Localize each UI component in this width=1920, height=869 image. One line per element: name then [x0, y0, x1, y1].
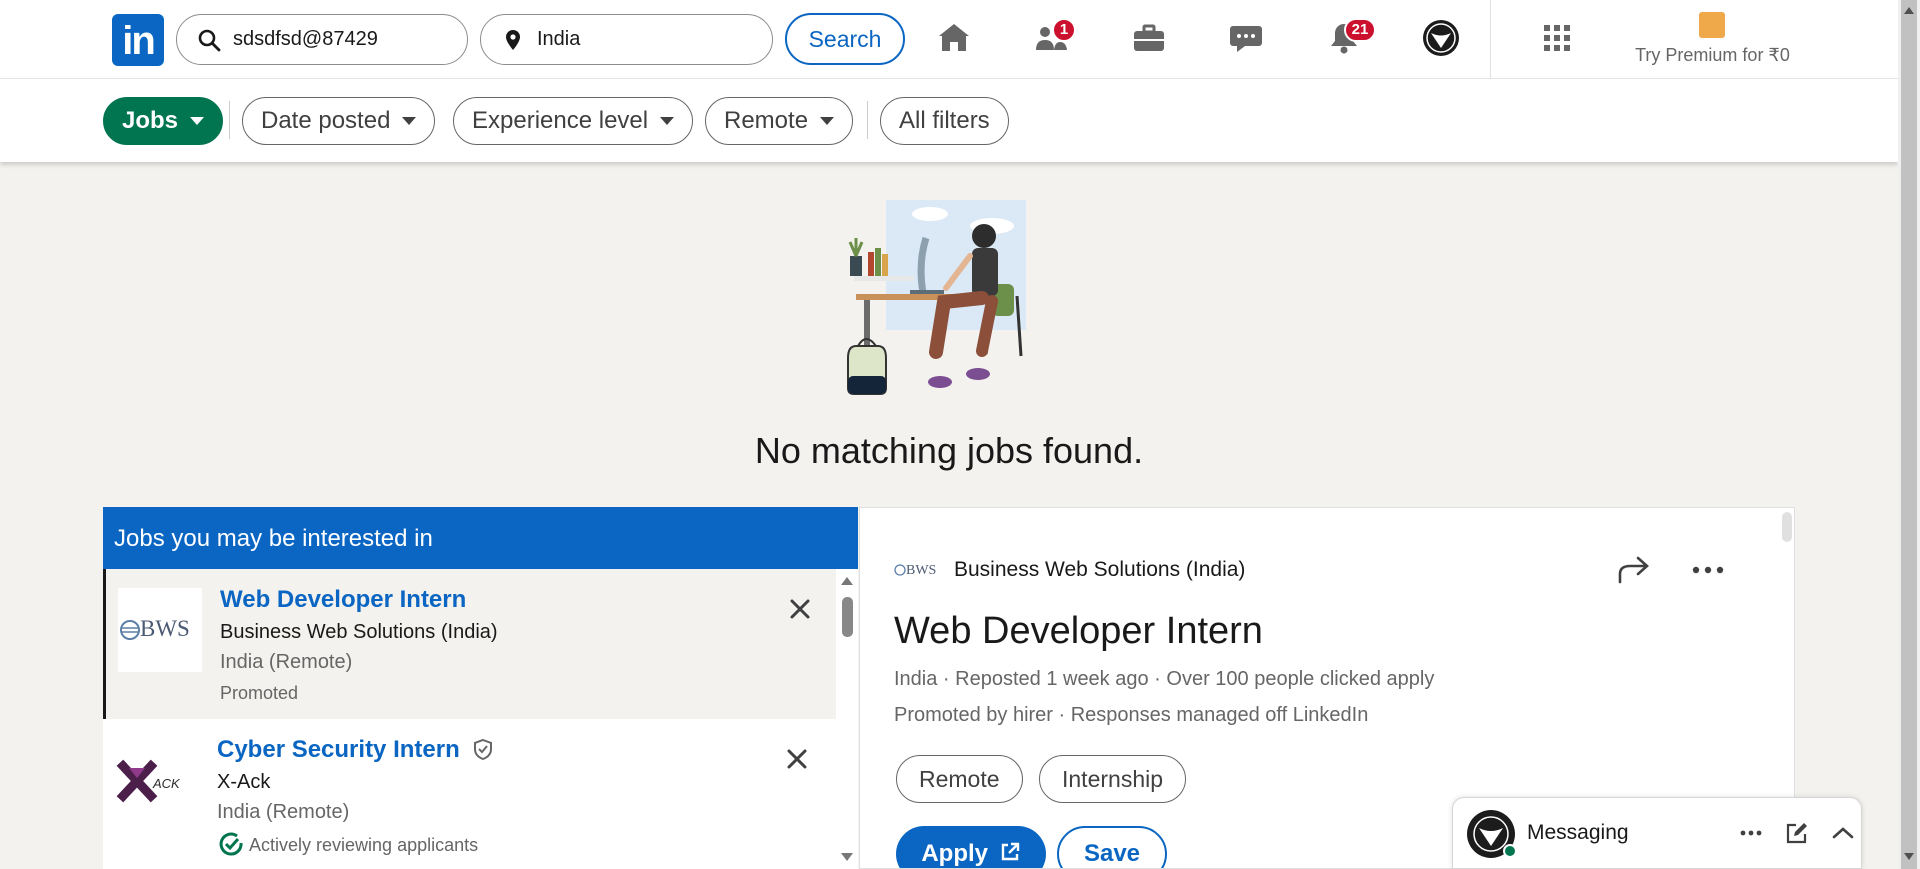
notifications-badge: 21: [1344, 18, 1376, 42]
bws-logo-icon: BWS: [894, 563, 936, 578]
actively-reviewing-status: Actively reviewing applicants: [217, 831, 478, 859]
location-pin-icon: [506, 29, 520, 50]
experience-level-label: Experience level: [472, 107, 649, 134]
home-icon[interactable]: [934, 18, 974, 58]
svg-text:ACK: ACK: [152, 776, 181, 791]
search-button[interactable]: Search: [785, 13, 905, 65]
recommended-jobs-panel: Jobs you may be interested in BWS Web De…: [103, 507, 858, 869]
messaging-overlay[interactable]: Messaging: [1452, 797, 1862, 869]
page-scrollbar[interactable]: [1898, 0, 1920, 869]
x-ack-logo-icon: ACK: [115, 738, 199, 822]
all-filters-label: All filters: [899, 107, 990, 134]
dismiss-job-close-icon[interactable]: [783, 745, 811, 773]
svg-text:BWS: BWS: [906, 563, 936, 578]
date-posted-filter[interactable]: Date posted: [242, 97, 436, 145]
jobs-filter-label: Jobs: [122, 107, 179, 134]
location-search-input[interactable]: [537, 28, 737, 51]
jobs-filter-pill[interactable]: Jobs: [103, 97, 224, 145]
filter-divider: [229, 101, 230, 139]
actively-reviewing-label: Actively reviewing applicants: [249, 835, 479, 855]
chevron-down-icon: [402, 117, 417, 125]
chevron-down-icon: [820, 117, 835, 125]
actively-reviewing-check-icon: [219, 832, 243, 856]
compose-message-icon[interactable]: [1784, 820, 1810, 846]
scroll-down-arrow-icon[interactable]: [1903, 852, 1915, 862]
jobs-briefcase-icon[interactable]: [1129, 18, 1169, 58]
keyword-search-input[interactable]: [233, 28, 433, 51]
job-title-link[interactable]: Web Developer Intern: [220, 586, 466, 614]
company-logo: ACK: [115, 738, 199, 822]
keyword-search-box[interactable]: [176, 14, 468, 65]
company-logo: BWS: [118, 588, 202, 672]
detail-company-name[interactable]: Business Web Solutions (India): [954, 558, 1245, 582]
chevron-down-icon: [660, 117, 675, 125]
more-options-icon[interactable]: [1690, 558, 1726, 582]
date-posted-label: Date posted: [261, 107, 391, 134]
experience-level-filter[interactable]: Experience level: [453, 97, 694, 145]
search-icon: [198, 29, 221, 51]
messaging-more-icon[interactable]: [1738, 820, 1764, 846]
job-location: India (Remote): [220, 651, 353, 673]
linkedin-logo[interactable]: in: [112, 14, 164, 66]
job-card[interactable]: ACK Cyber Security Intern X-Ack India (R…: [103, 719, 836, 869]
network-badge: 1: [1052, 18, 1076, 42]
no-jobs-illustration: [847, 200, 1026, 395]
recommended-jobs-header: Jobs you may be interested in: [103, 507, 858, 569]
remote-filter[interactable]: Remote: [705, 97, 854, 145]
remote-tag[interactable]: Remote: [896, 755, 1023, 803]
filter-divider: [867, 101, 868, 139]
top-navigation: in Search 1 21 Try Premium for ₹0: [0, 0, 1898, 79]
remote-label: Remote: [724, 107, 809, 134]
save-button[interactable]: Save: [1057, 826, 1167, 868]
job-list-scrollbar[interactable]: [836, 569, 858, 869]
location-search-box[interactable]: [480, 14, 773, 65]
premium-icon[interactable]: [1699, 12, 1725, 38]
detail-job-meta: India · Reposted 1 week ago · Over 100 p…: [894, 668, 1435, 690]
detail-job-hirer-info: Promoted by hirer · Responses managed of…: [894, 704, 1369, 726]
detail-job-title: Web Developer Intern: [894, 610, 1263, 652]
job-company-name: Business Web Solutions (India): [220, 621, 498, 643]
messaging-title: Messaging: [1527, 821, 1629, 844]
job-promoted-label: Promoted: [220, 683, 299, 703]
job-company-name: X-Ack: [217, 771, 271, 793]
internship-tag[interactable]: Internship: [1039, 755, 1187, 803]
dismiss-job-close-icon[interactable]: [786, 595, 814, 623]
job-location: India (Remote): [217, 801, 350, 823]
scroll-up-arrow-icon[interactable]: [1903, 5, 1915, 15]
apply-label: Apply: [921, 840, 988, 867]
chevron-down-icon: [190, 117, 205, 125]
job-title-link[interactable]: Cyber Security Intern: [217, 736, 494, 764]
no-matching-jobs-message: No matching jobs found.: [754, 430, 1144, 471]
scrollbar-graphic: [841, 577, 853, 861]
job-title-text: Cyber Security Intern: [217, 736, 460, 763]
work-grid-icon[interactable]: [1537, 18, 1577, 58]
nav-divider: [1490, 0, 1491, 79]
online-status-dot: [1503, 844, 1517, 858]
try-premium-link[interactable]: Try Premium for ₹0: [1600, 45, 1825, 66]
external-link-icon: [1001, 842, 1019, 861]
profile-avatar[interactable]: [1421, 18, 1461, 58]
verified-shield-icon: [474, 738, 493, 761]
page-scrollbar-thumb[interactable]: [1901, 0, 1917, 869]
job-card[interactable]: BWS Web Developer Intern Business Web So…: [103, 569, 836, 719]
all-filters-button[interactable]: All filters: [880, 97, 1009, 145]
apply-button[interactable]: Apply: [896, 826, 1046, 868]
chevron-up-icon[interactable]: [1830, 820, 1856, 846]
svg-text:BWS: BWS: [140, 616, 190, 641]
messaging-icon[interactable]: [1226, 18, 1266, 58]
share-icon[interactable]: [1616, 554, 1652, 586]
bws-logo-icon: BWS: [118, 588, 202, 672]
filter-bar: Jobs Date posted Experience level Remote…: [0, 79, 1898, 162]
